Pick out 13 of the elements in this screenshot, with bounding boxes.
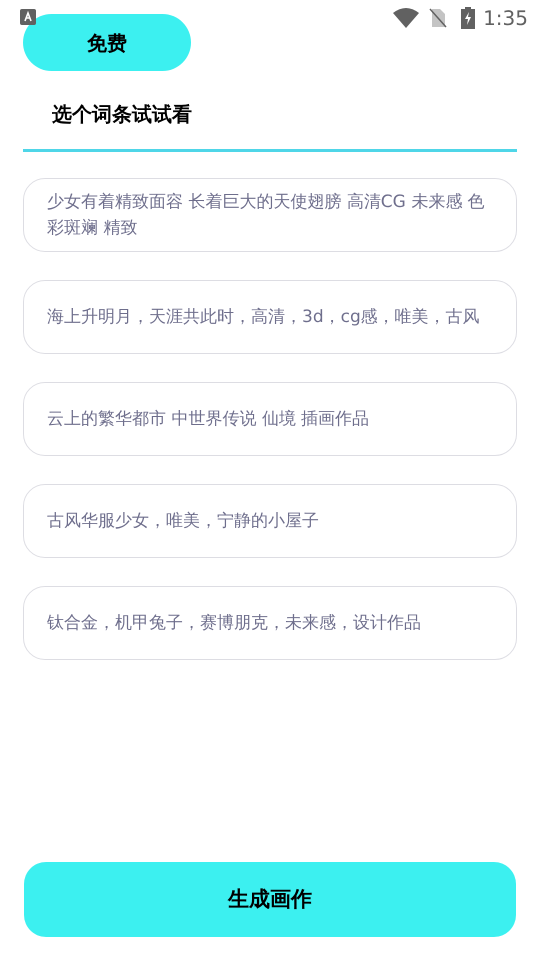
- prompt-card[interactable]: 云上的繁华都市 中世界传说 仙境 插画作品: [23, 382, 517, 456]
- prompt-card[interactable]: 海上升明月，天涯共此时，高清，3d，cg感，唯美，古风: [23, 280, 517, 354]
- free-button[interactable]: 免费: [23, 14, 191, 71]
- notification-icon: [20, 9, 36, 25]
- battery-charging-icon: [461, 7, 476, 29]
- heading: 选个词条试试看: [52, 101, 193, 128]
- prompt-card[interactable]: 少女有着精致面容 长着巨大的天使翅膀 高清CG 未来感 色彩斑斓 精致: [23, 178, 517, 252]
- status-time: 1:35: [483, 5, 528, 32]
- prompt-card[interactable]: 古风华服少女，唯美，宁静的小屋子: [23, 484, 517, 558]
- no-sim-icon: [429, 8, 448, 28]
- prompt-card[interactable]: 钛合金，机甲兔子，赛博朋克，未来感，设计作品: [23, 586, 517, 660]
- wifi-icon: [393, 8, 420, 28]
- generate-button[interactable]: 生成画作: [24, 862, 516, 937]
